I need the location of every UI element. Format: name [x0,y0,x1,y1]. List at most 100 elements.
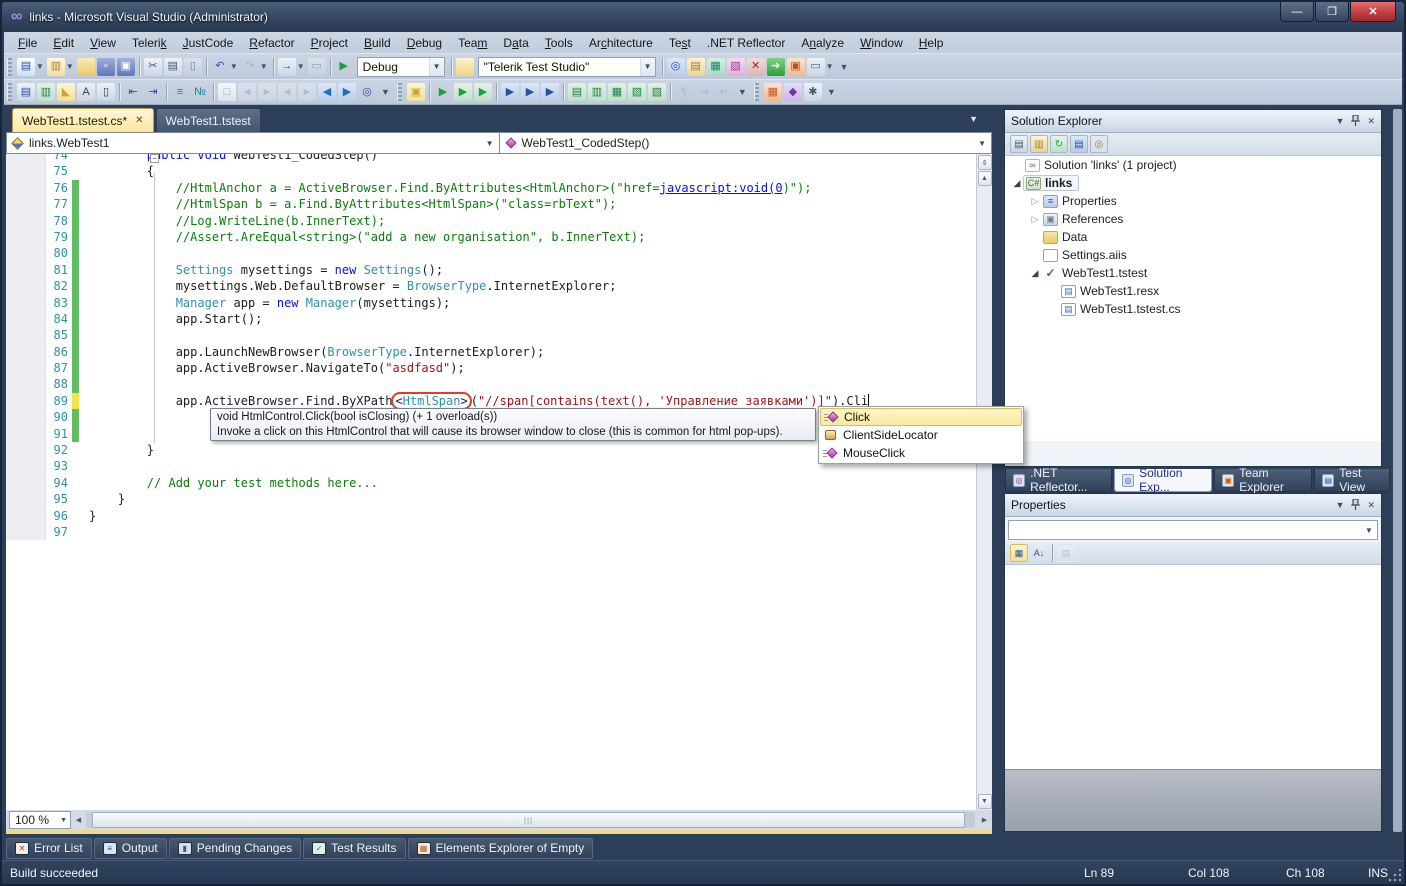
menu-project[interactable]: Project [303,34,356,52]
scroll-down-icon[interactable]: ▼ [978,794,992,809]
tree-item-settings-aiis[interactable]: Settings.aiis [1005,246,1381,264]
cut-icon[interactable]: ✂ [144,58,162,76]
find-target-combo[interactable]: "Telerik Test Studio"▼ [478,57,656,77]
bullet-list-icon[interactable]: ≡ [171,83,189,101]
toolbar-overflow-icon[interactable]: ▼ [840,62,849,72]
indicator-margin[interactable] [6,475,46,491]
code-text[interactable]: { [79,163,154,179]
code-area[interactable]: 74 public void WebTest1_CodedStep()75 {7… [6,154,976,810]
properties-object-combo[interactable]: ▼ [1008,520,1378,540]
command-window-icon[interactable]: ▭ [807,58,825,76]
attach-icon[interactable]: ✦ [456,58,474,76]
copy-icon[interactable]: ▤ [164,58,182,76]
panel-tab-team-explorer[interactable]: ▣Team Explorer [1214,469,1312,492]
close-icon[interactable]: ✕ [1367,500,1375,511]
find-in-files-icon[interactable]: ◎ [667,58,685,76]
run-failed-tests-icon[interactable]: ▶ [474,83,492,101]
class-view-icon[interactable]: ◎ [1090,135,1108,153]
indicator-margin[interactable] [6,278,46,294]
test-shield-icon[interactable]: ▣ [407,83,425,101]
chevron-down-icon[interactable]: ▼ [297,62,305,71]
run-all-tests-icon[interactable]: ▶ [454,83,472,101]
expander-expanded-icon[interactable]: ◢ [1011,178,1023,189]
menu-window[interactable]: Window [852,34,911,52]
start-debugging-icon[interactable]: ▶ [335,58,353,76]
properties-window-icon[interactable]: ▤ [687,58,705,76]
intellisense-item-click[interactable]: Click [820,408,1022,426]
close-icon[interactable]: ✕ [135,115,143,126]
menu-team[interactable]: Team [450,34,495,52]
toolbar-overflow-icon[interactable]: ▼ [381,87,390,97]
chevron-down-icon[interactable]: ▼ [640,58,655,76]
panel-tab-reflector[interactable]: ◎.NET Reflector... [1005,469,1112,492]
properties-grid[interactable] [1005,565,1381,769]
alphabetical-icon[interactable]: A↓ [1030,544,1048,562]
menu-analyze[interactable]: Analyze [793,34,852,52]
menu-refactor[interactable]: Refactor [241,34,302,52]
scroll-right-icon[interactable]: ▶ [977,812,992,828]
code-text[interactable] [79,327,89,343]
toolbar-grip[interactable] [397,83,402,101]
indicator-margin[interactable] [6,376,46,392]
types-dropdown[interactable]: links.WebTest1 ▼ [6,132,500,154]
navigate-icon[interactable]: → [278,58,296,76]
indicator-margin[interactable] [6,295,46,311]
expander-collapsed-icon[interactable]: ▷ [1029,214,1041,225]
document-list-dropdown-icon[interactable]: ▼ [969,114,978,124]
indicator-margin[interactable] [6,213,46,229]
font-icon[interactable]: A [77,83,95,101]
menu-architecture[interactable]: Architecture [581,34,661,52]
code-text[interactable]: } [79,491,125,507]
menu-tools[interactable]: Tools [537,34,581,52]
code-line[interactable]: 85 [6,327,976,343]
code-text[interactable]: Settings mysettings = new Settings(); [79,262,443,278]
code-line[interactable]: 86 app.LaunchNewBrowser(BrowserType.Inte… [6,344,976,360]
nav-up-icon[interactable]: ◄ [278,83,296,101]
code-line[interactable]: 75 { [6,163,976,179]
indicator-margin[interactable] [6,360,46,376]
paragraph-icon[interactable]: ¶ [675,83,693,101]
close-button[interactable]: ✕ [1350,2,1396,22]
save-all-icon[interactable]: ▣ [117,58,135,76]
export-icon[interactable]: ➔ [767,58,785,76]
menu-build[interactable]: Build [356,34,399,52]
code-line[interactable]: 84 app.Start(); [6,311,976,327]
panel-tab-test-view[interactable]: ▤Test View [1314,469,1390,492]
wrap-icon[interactable]: ↵ [715,83,733,101]
code-line[interactable]: 96} [6,508,976,524]
toolbar-grip[interactable] [7,58,12,76]
test-settings-icon[interactable]: ▨ [648,83,666,101]
tree-item-references[interactable]: ▷▣References [1005,210,1381,228]
chevron-down-icon[interactable]: ▼ [260,62,268,71]
bottom-tab-error-list[interactable]: ✕Error List [6,838,92,859]
view-code-icon[interactable]: ▤ [1070,135,1088,153]
document-tab[interactable]: WebTest1.tstest [156,108,261,132]
extension-manager-icon[interactable]: ✕ [747,58,765,76]
tree-item-links[interactable]: ◢C#links [1005,174,1381,192]
bottom-tab-pending-changes[interactable]: ▮Pending Changes [169,838,301,859]
code-text[interactable] [79,409,89,425]
resize-grip[interactable] [1388,869,1401,882]
code-text[interactable] [79,524,89,540]
code-text[interactable]: app.ActiveBrowser.Find.ByXPath<HtmlSpan>… [79,393,869,409]
code-line[interactable]: 97 [6,524,976,540]
indicator-margin[interactable] [6,327,46,343]
intellisense-item-mouseclick[interactable]: MouseClick [820,444,1022,462]
pin-icon[interactable] [1351,115,1360,128]
scroll-left-icon[interactable]: ◀ [71,812,86,828]
indicator-margin[interactable] [6,196,46,212]
debug-all-tests-icon[interactable]: ▶ [521,83,539,101]
code-text[interactable]: } [79,442,154,458]
save-icon[interactable]: ▫ [97,58,115,76]
elements-explorer-icon[interactable]: ▦ [764,83,782,101]
bottom-tab-test-results[interactable]: ✓Test Results [303,838,405,859]
chevron-down-icon[interactable]: ▼ [36,62,44,71]
nav-forward-icon[interactable]: ► [258,83,276,101]
menu-telerik[interactable]: Telerik [124,34,175,52]
debug-failed-tests-icon[interactable]: ▶ [541,83,559,101]
indicator-margin[interactable] [6,229,46,245]
menu-view[interactable]: View [82,34,124,52]
indicator-margin[interactable] [6,262,46,278]
code-text[interactable] [79,376,89,392]
pin-icon[interactable] [1351,499,1360,512]
